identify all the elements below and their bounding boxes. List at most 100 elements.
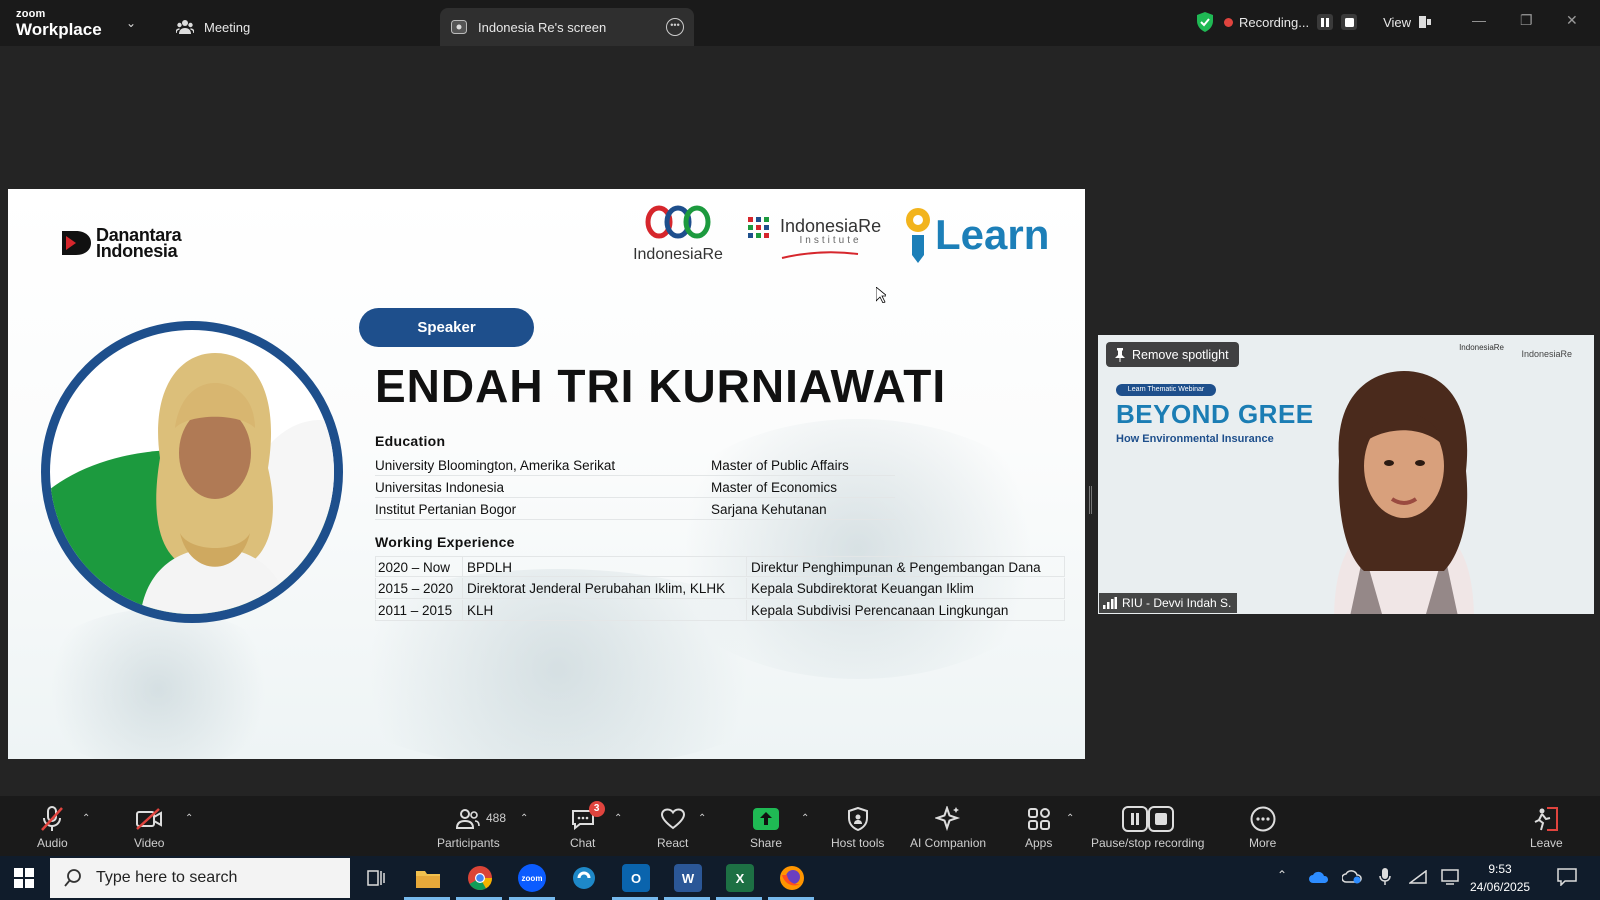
maximize-icon[interactable]: ❐ xyxy=(1520,12,1533,29)
experience-period: 2020 – Now xyxy=(378,560,451,575)
apps-caret-icon[interactable]: ⌃ xyxy=(1066,813,1074,824)
host-shield-icon xyxy=(847,807,868,831)
video-options-caret-icon[interactable]: ⌃ xyxy=(185,813,193,824)
participants-icon xyxy=(456,809,481,829)
participant-name: RIU - Devvi Indah S. xyxy=(1122,596,1232,610)
tab-meeting-label: Meeting xyxy=(204,19,251,35)
word-icon[interactable]: W xyxy=(674,864,702,892)
excel-icon[interactable]: X xyxy=(726,864,754,892)
recording-label: Recording... xyxy=(1239,14,1310,30)
pause-recording-icon[interactable] xyxy=(1317,14,1334,30)
remove-spotlight-label: Remove spotlight xyxy=(1132,347,1229,362)
more-dots-icon xyxy=(1250,806,1276,832)
show-hidden-icons-icon[interactable]: ⌃ xyxy=(1277,868,1287,882)
chat-caret-icon[interactable]: ⌃ xyxy=(614,813,622,824)
view-layout-icon[interactable] xyxy=(1419,16,1432,28)
speaker-pill: Speaker xyxy=(359,308,534,347)
chrome-icon[interactable] xyxy=(466,864,494,892)
copilot-icon[interactable] xyxy=(570,864,598,892)
share-button[interactable]: Share xyxy=(750,804,782,850)
chevron-down-icon[interactable]: ⌄ xyxy=(126,16,136,30)
indonesiare-logo: IndonesiaRe xyxy=(628,205,728,264)
participants-label: Participants xyxy=(437,836,500,850)
split-drag-handle[interactable] xyxy=(1089,486,1092,514)
more-label: More xyxy=(1249,836,1277,850)
apps-grid-icon xyxy=(1027,808,1050,830)
zoom-workplace-logo[interactable]: zoom Workplace xyxy=(16,9,102,39)
shared-slide: Danantara Indonesia IndonesiaRe Indonesi… xyxy=(8,189,1085,759)
onedrive-sync-icon[interactable] xyxy=(1342,870,1362,884)
display-icon[interactable] xyxy=(1441,869,1459,885)
tab-screen-label: Indonesia Re's screen xyxy=(478,19,607,35)
recording-status: Recording... View xyxy=(1196,12,1432,32)
taskbar-search-input[interactable]: Type here to search xyxy=(50,858,350,898)
ai-companion-button[interactable]: AI Companion xyxy=(910,804,986,850)
host-tools-button[interactable]: Host tools xyxy=(831,804,884,850)
onedrive-icon[interactable] xyxy=(1309,871,1329,883)
microphone-muted-icon xyxy=(41,806,64,831)
outlook-icon[interactable]: O xyxy=(622,864,650,892)
windows-start-icon[interactable] xyxy=(14,868,34,888)
tab-meeting[interactable]: Meeting xyxy=(176,8,250,46)
react-button[interactable]: React xyxy=(657,804,688,850)
education-row: Institut Pertanian Bogor Sarjana Kehutan… xyxy=(375,499,895,520)
host-tools-label: Host tools xyxy=(831,836,885,850)
leave-label: Leave xyxy=(1530,836,1563,850)
meeting-toolbar: Audio ⌃ Video ⌃ Participants 488 ⌃ 3 Cha… xyxy=(0,796,1600,856)
more-options-icon[interactable]: ••• xyxy=(666,18,684,36)
education-row: University Bloomington, Amerika Serikat … xyxy=(375,455,895,476)
task-view-icon[interactable] xyxy=(362,864,390,892)
taskbar-clock[interactable]: 9:53 24/06/2025 xyxy=(1470,860,1530,896)
stop-recording-icon[interactable] xyxy=(1341,14,1358,30)
video-label: Video xyxy=(134,836,165,850)
indonesiare-rings-icon xyxy=(645,205,711,239)
video-bg-logo: IndonesiaRe xyxy=(1459,343,1504,352)
institute-subtitle: Institute xyxy=(799,235,862,246)
audio-button[interactable]: Audio xyxy=(37,804,68,850)
education-school: University Bloomington, Amerika Serikat xyxy=(375,458,616,473)
zoom-app-icon[interactable]: zoom xyxy=(518,864,546,892)
screen-share-icon xyxy=(450,18,468,36)
spotlight-video-tile[interactable]: Learn Thematic Webinar BEYOND GREE How E… xyxy=(1098,335,1594,614)
tab-shared-screen[interactable]: Indonesia Re's screen ••• xyxy=(440,8,694,46)
remove-spotlight-button[interactable]: Remove spotlight xyxy=(1106,342,1239,367)
experience-period: 2011 – 2015 xyxy=(378,603,453,618)
more-button[interactable]: More xyxy=(1249,804,1276,850)
title-bar: zoom Workplace ⌄ Meeting Indonesia Re's … xyxy=(0,0,1600,46)
smoke-decoration xyxy=(28,609,288,759)
share-caret-icon[interactable]: ⌃ xyxy=(801,813,809,824)
view-menu-label[interactable]: View xyxy=(1383,15,1411,30)
video-button[interactable]: Video xyxy=(134,804,164,850)
participants-caret-icon[interactable]: ⌃ xyxy=(520,813,528,824)
brand-main: Workplace xyxy=(16,20,102,39)
ilearn-pin-icon xyxy=(906,208,930,263)
video-bg-tag: Learn Thematic Webinar xyxy=(1116,384,1216,396)
firefox-icon[interactable] xyxy=(778,864,806,892)
apps-button[interactable]: Apps xyxy=(1025,804,1052,850)
network-icon[interactable] xyxy=(1409,870,1427,884)
participant-portrait xyxy=(1334,371,1474,614)
minimize-icon[interactable]: — xyxy=(1472,12,1486,28)
indonesiare-institute-logo: IndonesiaRe Institute xyxy=(748,217,881,264)
experience-org: Direktorat Jenderal Perubahan Iklim, KLH… xyxy=(467,581,726,596)
camera-off-icon xyxy=(136,808,163,830)
react-caret-icon[interactable]: ⌃ xyxy=(698,813,706,824)
mouse-cursor-icon xyxy=(876,287,886,303)
audio-options-caret-icon[interactable]: ⌃ xyxy=(82,813,90,824)
institute-swoosh-icon xyxy=(781,251,859,259)
share-label: Share xyxy=(750,836,783,850)
encryption-shield-icon[interactable] xyxy=(1196,12,1214,32)
file-explorer-icon[interactable] xyxy=(414,864,442,892)
experience-row: 2011 – 2015 KLH Kepala Subdivisi Perenca… xyxy=(375,600,1065,621)
leave-button[interactable]: Leave xyxy=(1530,804,1563,850)
experience-role: Kepala Subdirektorat Keuangan Iklim xyxy=(751,581,974,596)
danantara-logo: Danantara Indonesia xyxy=(62,226,182,260)
audio-label: Audio xyxy=(37,836,68,850)
pause-stop-recording-button[interactable]: Pause/stop recording xyxy=(1091,804,1204,850)
chat-button[interactable]: 3 Chat xyxy=(570,801,605,850)
education-heading: Education xyxy=(375,433,446,449)
close-icon[interactable]: ✕ xyxy=(1566,12,1578,29)
notifications-icon[interactable] xyxy=(1557,868,1577,886)
experience-org: BPDLH xyxy=(467,560,513,575)
microphone-tray-icon[interactable] xyxy=(1379,868,1391,886)
